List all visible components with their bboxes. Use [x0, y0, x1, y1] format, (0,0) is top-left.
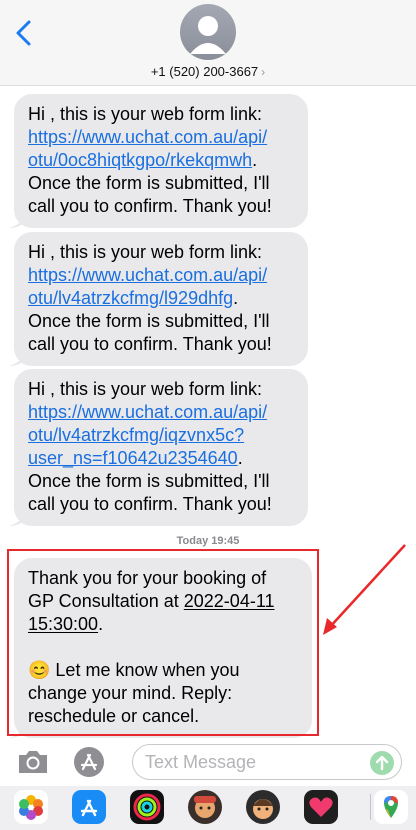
message-text: Once the form is submitted, I'll: [28, 173, 270, 193]
message-text: Once the form is submitted, I'll: [28, 471, 270, 491]
message-text: call you to confirm. Thank you!: [28, 494, 272, 514]
message-text: call you to confirm. Thank you!: [28, 196, 272, 216]
photos-app-icon[interactable]: [14, 790, 48, 824]
imessage-app-tray: [0, 786, 416, 830]
message-text: Once the form is submitted, I'll: [28, 311, 270, 331]
tray-divider: [370, 794, 371, 820]
app-store-icon[interactable]: [73, 746, 105, 778]
bubble-tail: [9, 510, 25, 526]
back-chevron-icon[interactable]: [12, 18, 36, 48]
memoji-app-icon[interactable]: [246, 790, 280, 824]
annotation-highlight-box: [7, 549, 319, 736]
camera-icon[interactable]: [16, 748, 50, 776]
link-period: .: [237, 448, 243, 468]
incoming-message[interactable]: Hi , this is your web form link: https:/…: [9, 369, 308, 526]
bubble-tail: [9, 350, 25, 366]
web-form-link[interactable]: otu/lv4atrzkcfmg/iqzvnx5c?: [28, 425, 244, 445]
message-input[interactable]: [133, 745, 353, 779]
message-link-line: https://www.uchat.com.au/api/: [28, 264, 294, 287]
web-form-link[interactable]: https://www.uchat.com.au/api/: [28, 265, 267, 285]
message-link-line: https://www.uchat.com.au/api/: [28, 126, 294, 149]
send-button[interactable]: [370, 751, 394, 775]
message-link-line: otu/lv4atrzkcfmg/iqzvnx5c?: [28, 424, 294, 447]
compose-bar: [0, 740, 416, 784]
incoming-message[interactable]: Hi , this is your web form link: https:/…: [9, 232, 308, 366]
incoming-message[interactable]: Hi , this is your web form link: https:/…: [9, 94, 308, 228]
contact-name[interactable]: +1 (520) 200-3667 ›: [0, 64, 416, 79]
message-text: Hi , this is your web form link:: [28, 242, 263, 262]
message-input-box[interactable]: [132, 744, 402, 780]
contact-phone: +1 (520) 200-3667: [150, 64, 259, 79]
message-text: Hi , this is your web form link:: [28, 104, 263, 124]
conversation-header: +1 (520) 200-3667 ›: [0, 0, 416, 86]
message-link-line: user_ns=f10642u2354640.: [28, 447, 294, 470]
send-arrow-icon: [375, 755, 389, 771]
web-form-link[interactable]: otu/lv4atrzkcfmg/l929dhfg: [28, 288, 233, 308]
link-period: .: [233, 288, 239, 308]
bubble-tail: [9, 212, 25, 228]
activity-app-icon[interactable]: [130, 790, 164, 824]
memoji-app-icon[interactable]: [188, 790, 222, 824]
message-text: call you to confirm. Thank you!: [28, 334, 272, 354]
message-link-line: otu/0oc8hiqtkgpo/rkekqmwh.: [28, 149, 294, 172]
message-timestamp: Today 19:45: [176, 535, 240, 547]
message-link-line: https://www.uchat.com.au/api/: [28, 401, 294, 424]
maps-app-icon[interactable]: [374, 790, 408, 824]
web-form-link[interactable]: https://www.uchat.com.au/api/: [28, 402, 267, 422]
web-form-link[interactable]: https://www.uchat.com.au/api/: [28, 127, 267, 147]
contact-avatar-icon[interactable]: [180, 4, 236, 60]
link-period: .: [252, 150, 258, 170]
message-link-line: otu/lv4atrzkcfmg/l929dhfg.: [28, 287, 294, 310]
chevron-right-icon: ›: [261, 65, 266, 79]
web-form-link[interactable]: user_ns=f10642u2354640: [28, 448, 238, 468]
message-text: Hi , this is your web form link:: [28, 379, 263, 399]
digital-touch-app-icon[interactable]: [304, 790, 338, 824]
web-form-link[interactable]: otu/0oc8hiqtkgpo/rkekqmwh: [28, 150, 252, 170]
app-store-app-icon[interactable]: [72, 790, 106, 824]
